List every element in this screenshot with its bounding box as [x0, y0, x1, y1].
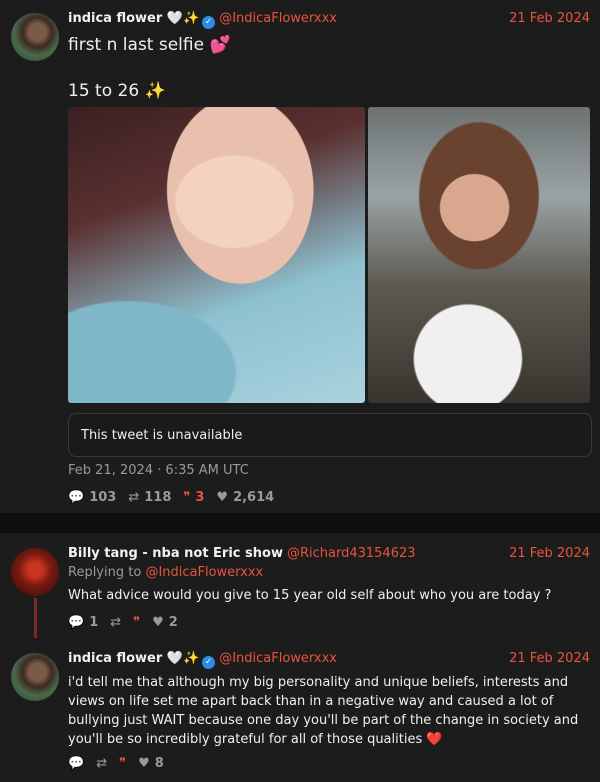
- reply-count-value: 1: [89, 614, 99, 630]
- retweet-count[interactable]: ⇄: [96, 756, 107, 771]
- tweet-text: i'd tell me that although my big persona…: [68, 675, 579, 747]
- tweet-header: indica flower 🤍✨ ✓ @IndicaFlowerxxx 21 Feb…: [68, 11, 590, 31]
- tweet-header: Billy tang - nba not Eric show @Richard43…: [68, 546, 590, 566]
- display-name[interactable]: indica flower 🤍✨: [68, 11, 199, 26]
- username[interactable]: @Richard43154623: [287, 546, 416, 561]
- quote-icon: ❞: [133, 614, 141, 630]
- tweet-text: What advice would you give to 15 year ol…: [68, 588, 552, 603]
- verified-icon: ✓: [202, 656, 216, 669]
- username[interactable]: @IndicaFlowerxxx: [219, 11, 337, 26]
- retweet-count-value: 118: [144, 489, 172, 505]
- quote-count[interactable]: ❞: [133, 615, 140, 630]
- selfie-photo-age-26[interactable]: [368, 107, 590, 403]
- retweet-count[interactable]: ⇄: [110, 615, 121, 630]
- reply-count[interactable]: 💬 103: [68, 490, 116, 505]
- tweet-stats: 💬 103 ⇄ 118 ❞ 3 ♥ 2,614: [68, 488, 274, 506]
- quoted-tweet-unavailable[interactable]: This tweet is unavailable: [68, 413, 592, 457]
- quote-icon: ❞: [119, 755, 127, 771]
- like-count-value: 8: [154, 755, 164, 771]
- selfie-photo-age-15[interactable]: [68, 107, 365, 403]
- like-count-value: 2,614: [233, 489, 275, 505]
- like-count[interactable]: ♥ 2,614: [216, 490, 274, 505]
- replying-to-handle[interactable]: @IndicaFlowerxxx: [145, 565, 263, 580]
- retweet-icon: ⇄: [96, 755, 108, 771]
- tweet-date[interactable]: 21 Feb 2024: [509, 11, 590, 26]
- avatar[interactable]: [11, 653, 59, 701]
- tweet-stats: 💬 ⇄ ❞ ♥ 8: [68, 754, 164, 772]
- heart-icon: ♥: [138, 755, 150, 771]
- retweet-icon: ⇄: [128, 489, 140, 505]
- reply-count[interactable]: 💬: [68, 756, 84, 771]
- reply-tweet: Billy tang - nba not Eric show @Richard43…: [0, 533, 600, 638]
- reply-icon: 💬: [68, 489, 85, 505]
- replying-to-label: Replying to: [68, 565, 142, 580]
- retweet-count[interactable]: ⇄ 118: [128, 490, 171, 505]
- quote-icon: ❞: [183, 489, 191, 505]
- username[interactable]: @IndicaFlowerxxx: [219, 651, 337, 666]
- tweet-date[interactable]: 21 Feb 2024: [509, 546, 590, 561]
- avatar[interactable]: [11, 548, 59, 596]
- quote-count[interactable]: ❞ 3: [183, 490, 204, 505]
- reply-count-value: 103: [89, 489, 117, 505]
- tweet-text-line1: first n last selfie 💕: [68, 35, 231, 55]
- tweet-text-line2: 15 to 26 ✨: [68, 81, 166, 101]
- tweet-header: indica flower 🤍✨ ✓ @IndicaFlowerxxx 21 Feb…: [68, 651, 590, 671]
- like-count[interactable]: ♥ 2: [152, 615, 178, 630]
- heart-icon: ♥: [216, 489, 229, 505]
- tweet-timestamp[interactable]: Feb 21, 2024 · 6:35 AM UTC: [68, 463, 249, 478]
- tweet-date[interactable]: 21 Feb 2024: [509, 651, 590, 666]
- reply-icon: 💬: [68, 755, 85, 771]
- main-tweet: indica flower 🤍✨ ✓ @IndicaFlowerxxx 21 Feb…: [0, 0, 600, 513]
- like-count-value: 2: [168, 614, 178, 630]
- tweet-stats: 💬 1 ⇄ ❞ ♥ 2: [68, 613, 178, 631]
- author-reply-tweet: indica flower 🤍✨ ✓ @IndicaFlowerxxx 21 Feb…: [0, 638, 600, 782]
- verified-icon: ✓: [202, 16, 216, 29]
- heart-icon: ♥: [152, 614, 164, 630]
- avatar[interactable]: [11, 13, 59, 61]
- reply-count[interactable]: 💬 1: [68, 615, 98, 630]
- quote-count-value: 3: [195, 489, 205, 505]
- reply-icon: 💬: [68, 614, 85, 630]
- retweet-icon: ⇄: [110, 614, 122, 630]
- replying-to: Replying to @IndicaFlowerxxx: [68, 565, 263, 580]
- display-name[interactable]: Billy tang - nba not Eric show: [68, 546, 283, 561]
- quote-count[interactable]: ❞: [119, 756, 126, 771]
- quoted-tweet-text: This tweet is unavailable: [81, 428, 243, 443]
- like-count[interactable]: ♥ 8: [138, 756, 164, 771]
- display-name[interactable]: indica flower 🤍✨: [68, 651, 199, 666]
